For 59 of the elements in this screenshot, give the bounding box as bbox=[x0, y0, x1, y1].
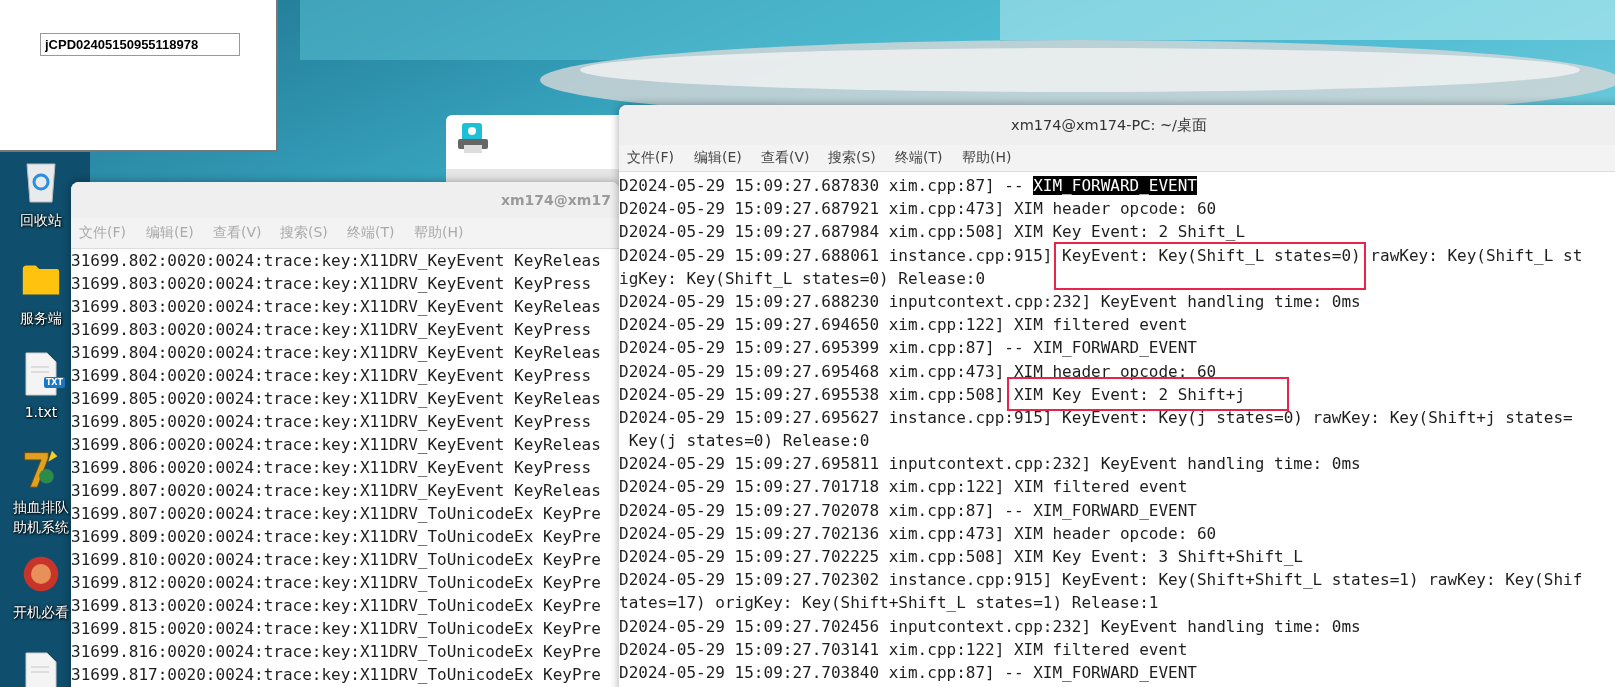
terminal-line: 31699.815:0020:0024:trace:key:X11DRV_ToUnicodeEx KeyPre bbox=[71, 619, 601, 638]
icon-label[interactable]: 1.txt bbox=[24, 402, 58, 422]
terminal-line: 31699.803:0020:0024:trace:key:X11DRV_KeyEvent KeyPress bbox=[71, 320, 592, 339]
terminal-line: 31699.812:0020:0024:trace:key:X11DRV_ToUnicodeEx KeyPre bbox=[71, 573, 601, 592]
terminal-line: 31699.805:0020:0024:trace:key:X11DRV_KeyEvent KeyReleas bbox=[71, 389, 601, 408]
terminal-line: 31699.809:0020:0024:trace:key:X11DRV_ToUnicodeEx KeyPre bbox=[71, 527, 601, 546]
terminal-line: 31699.817:0020:0024:trace:key:X11DRV_ToUnicodeEx KeyPre bbox=[71, 665, 601, 684]
terminal-line: 31699.803:0020:0024:trace:key:X11DRV_KeyEvent KeyReleas bbox=[71, 297, 601, 316]
terminal-line: D2024-05-29 15:09:27.702225 xim.cpp:508] XIM Key Event: 3 Shift+Shift_L bbox=[619, 547, 1303, 566]
terminal-line: 31699.813:0020:0024:trace:key:X11DRV_ToUnicodeEx KeyPre bbox=[71, 596, 601, 615]
terminal-line: D2024-05-29 15:09:27.695811 inputcontext.cpp:232] KeyEvent handling time: 0ms bbox=[619, 454, 1361, 474]
terminal-line: tates=17) origKey: Key(Shift+Shift_L states=1) Release:1 bbox=[619, 593, 1159, 613]
menu-item[interactable]: 帮助(H) bbox=[962, 149, 1017, 167]
input-field[interactable]: jCPD02405150955118978 bbox=[40, 33, 240, 56]
window-title: xm174@xm174-PC: ~/桌面 bbox=[1011, 115, 1207, 135]
terminal-line: D2024-05-29 15:09:27.695627 instance.cpp:915] KeyEvent: Key(j states=0) rawKey: Key(Shift+j states= bbox=[619, 407, 1573, 427]
terminal-line: D2024-05-29 15:09:27.688230 inputcontext.cpp:232] KeyEvent handling time: 0ms bbox=[619, 291, 1361, 311]
terminal-line: D2024-05-29 15:09:27.701718 xim.cpp:122] XIM filtered event bbox=[619, 477, 1188, 497]
window-title: xm174@xm17 bbox=[501, 192, 611, 208]
menu-item[interactable]: 编辑(E) bbox=[694, 149, 749, 167]
icon-label[interactable]: 开机必看 bbox=[13, 602, 69, 622]
terminal-line: 31699.807:0020:0024:trace:key:X11DRV_ToUnicodeEx KeyPre bbox=[71, 504, 601, 523]
icon-label[interactable]: 助机系统 bbox=[13, 517, 69, 537]
terminal-line: D2024-05-29 15:09:27.702456 inputcontext.cpp:232] KeyEvent handling time: 0ms bbox=[619, 616, 1361, 636]
terminal-line: 31699.816:0020:0024:trace:key:X11DRV_ToUnicodeEx KeyPre bbox=[71, 642, 601, 661]
terminal-line: 31699.804:0020:0024:trace:key:X11DRV_KeyEvent KeyPress bbox=[71, 366, 592, 385]
terminal-line: D2024-05-29 15:09:27.702136 xim.cpp:473] XIM header opcode: 60 bbox=[619, 523, 1217, 543]
terminal-line: 31699.806:0020:0024:trace:key:X11DRV_KeyEvent KeyPress bbox=[71, 458, 592, 477]
terminal-line: 31699.802:0020:0024:trace:key:X11DRV_KeyEvent KeyReleas bbox=[71, 251, 601, 270]
terminal-line: D2024-05-29 15:09:27.687984 xim.cpp:508] XIM Key Event: 2 Shift_L bbox=[619, 222, 1246, 242]
selected-text: XIM_FORWARD_EVENT bbox=[1033, 176, 1197, 195]
terminal-line: D2024-05-29 15:09:27.702302 instance.cpp:915] KeyEvent: Key(Shift+Shift_L states=1) rawKey: Key(Shif bbox=[619, 570, 1583, 590]
printer-icon[interactable] bbox=[456, 121, 490, 155]
terminal-line: 31699.805:0020:0024:trace:key:X11DRV_KeyEvent KeyPress bbox=[71, 412, 592, 431]
icon-label[interactable]: 回收站 bbox=[20, 210, 62, 230]
terminal-line: D2024-05-29 15:09:27.695538 xim.cpp:508] XIM Key Event: 2 Shift+j bbox=[619, 384, 1246, 404]
file-type-badge: TXT bbox=[43, 377, 65, 388]
terminal-line: D2024-05-29 15:09:27.702078 xim.cpp:87] -- XIM_FORWARD_EVENT bbox=[619, 500, 1197, 520]
terminal-line: D2024-05-29 15:09:27.688061 instance.cpp:915] KeyEvent: Key(Shift_L states=0) rawKey: Key(Shift_L st bbox=[619, 245, 1583, 265]
terminal-line: 31699.807:0020:0024:trace:key:X11DRV_KeyEvent KeyReleas bbox=[71, 481, 601, 500]
terminal-line: 31699.803:0020:0024:trace:key:X11DRV_KeyEvent KeyPress bbox=[71, 274, 592, 293]
terminal-line: 31699.810:0020:0024:trace:key:X11DRV_ToUnicodeEx KeyPre bbox=[71, 550, 601, 569]
terminal-line: D2024-05-29 15:09:27.694650 xim.cpp:122] XIM filtered event bbox=[619, 315, 1188, 335]
terminal-line: D2024-05-29 15:09:27.703840 xim.cpp:87] -- XIM_FORWARD_EVENT bbox=[619, 662, 1197, 682]
terminal-line: 31699.804:0020:0024:trace:key:X11DRV_KeyEvent KeyReleas bbox=[71, 343, 601, 362]
terminal-line: D2024-05-29 15:09:27.687830 xim.cpp:87] -- bbox=[619, 176, 1025, 195]
menu-item[interactable]: 文件(F) bbox=[627, 149, 682, 167]
menu-item[interactable]: 搜索(S) bbox=[828, 149, 883, 167]
terminal-line: Key(j states=0) Release:0 bbox=[627, 431, 870, 451]
terminal-line: D2024-05-29 15:09:27.695399 xim.cpp:87] -- XIM_FORWARD_EVENT bbox=[619, 338, 1197, 358]
terminal-line: 31699.806:0020:0024:trace:key:X11DRV_KeyEvent KeyReleas bbox=[71, 435, 601, 454]
terminal-line: igKey: Key(Shift_L states=0) Release:0 bbox=[619, 268, 986, 288]
menu-item[interactable]: 查看(V) bbox=[761, 149, 816, 167]
menu-item[interactable]: 终端(T) bbox=[895, 149, 950, 167]
terminal-line: D2024-05-29 15:09:27.695468 xim.cpp:473] XIM header opcode: 60 bbox=[619, 361, 1217, 381]
terminal-line: D2024-05-29 15:09:27.703141 xim.cpp:122] XIM filtered event bbox=[619, 639, 1188, 659]
icon-label[interactable]: 服务端 bbox=[20, 308, 62, 328]
icon-label[interactable]: 抽血排队 bbox=[13, 497, 69, 517]
terminal-line: D2024-05-29 15:09:27.687921 xim.cpp:473] XIM header opcode: 60 bbox=[619, 199, 1217, 219]
